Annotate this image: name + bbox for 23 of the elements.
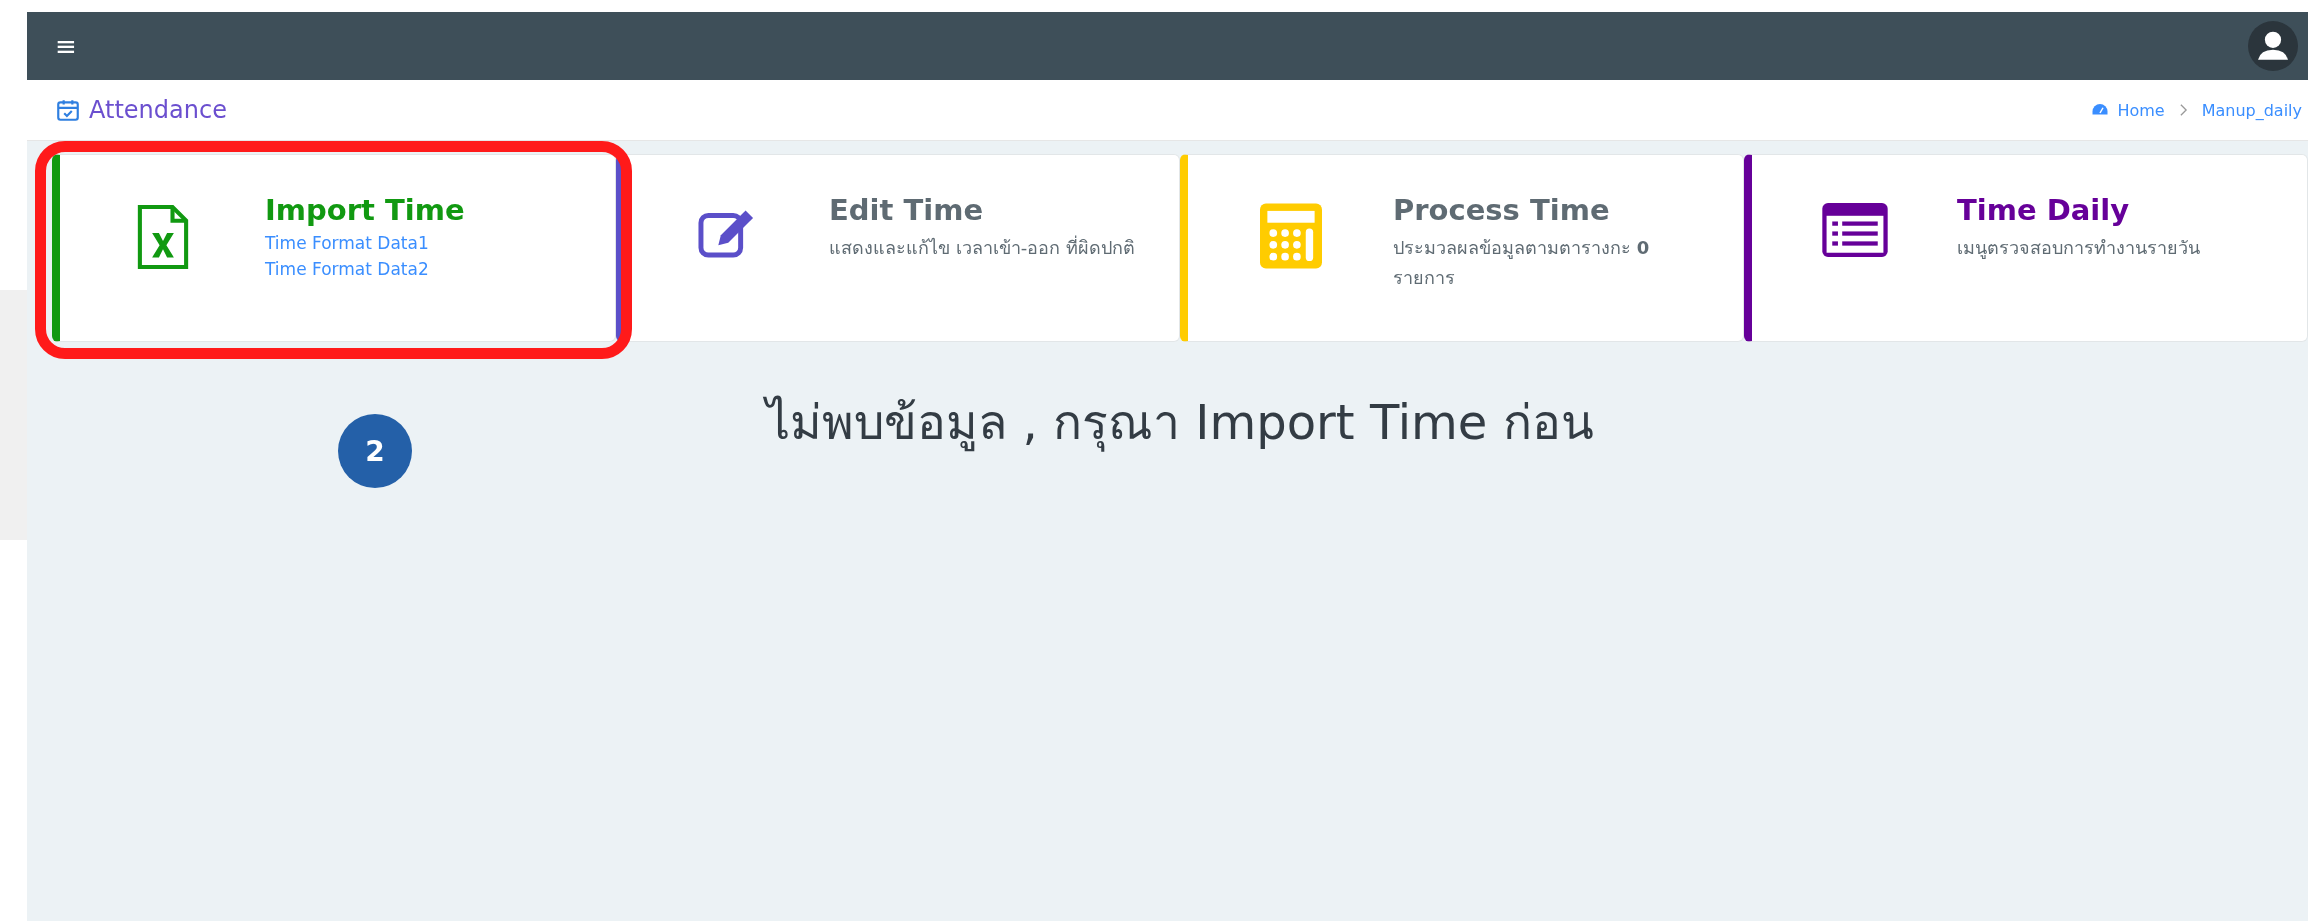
card-title: Time Daily [1957, 193, 2130, 227]
calendar-icon [55, 97, 81, 123]
chevron-icon [2178, 103, 2188, 117]
menu-icon[interactable]: ≡ [55, 31, 77, 61]
card-description: ประมวลผลข้อมูลตามตารางกะ 0 รายการ [1393, 236, 1651, 290]
card-title: Import Time [265, 193, 465, 227]
card-title: Process Time [1393, 193, 1610, 227]
list-icon [1821, 203, 1888, 257]
card-title: Edit Time [829, 193, 984, 227]
card-description: แสดงและแก้ไข เวลาเข้า-ออก ที่ผิดปกติ [829, 234, 1135, 260]
menu-card[interactable]: Import Time Time Format Data1 Time Format Data2 [52, 154, 616, 342]
page-title: Attendance [89, 96, 227, 124]
calculator-icon [1259, 203, 1322, 269]
format-link[interactable]: Time Format Data2 [265, 259, 429, 279]
breadcrumb-link[interactable]: Manup_daily [2201, 100, 2302, 120]
menu-card[interactable]: Time Daily เมนูตรวจสอบการทำงานรายวัน [1744, 154, 2308, 342]
user-avatar-icon[interactable] [2248, 21, 2298, 71]
menu-card[interactable]: Edit Time แสดงและแก้ไข เวลาเข้า-ออก ที่ผิดปกติ [616, 154, 1180, 342]
menu-card[interactable]: Process Time ประมวลผลข้อมูลตามตารางกะ 0 รายการ [1180, 154, 1744, 342]
step-number-badge: 2 [338, 414, 412, 488]
breadcrumb-link[interactable]: Home [2117, 100, 2165, 120]
format-link[interactable]: Time Format Data1 [265, 233, 429, 253]
card-description: เมนูตรวจสอบการทำงานรายวัน [1957, 236, 2200, 261]
